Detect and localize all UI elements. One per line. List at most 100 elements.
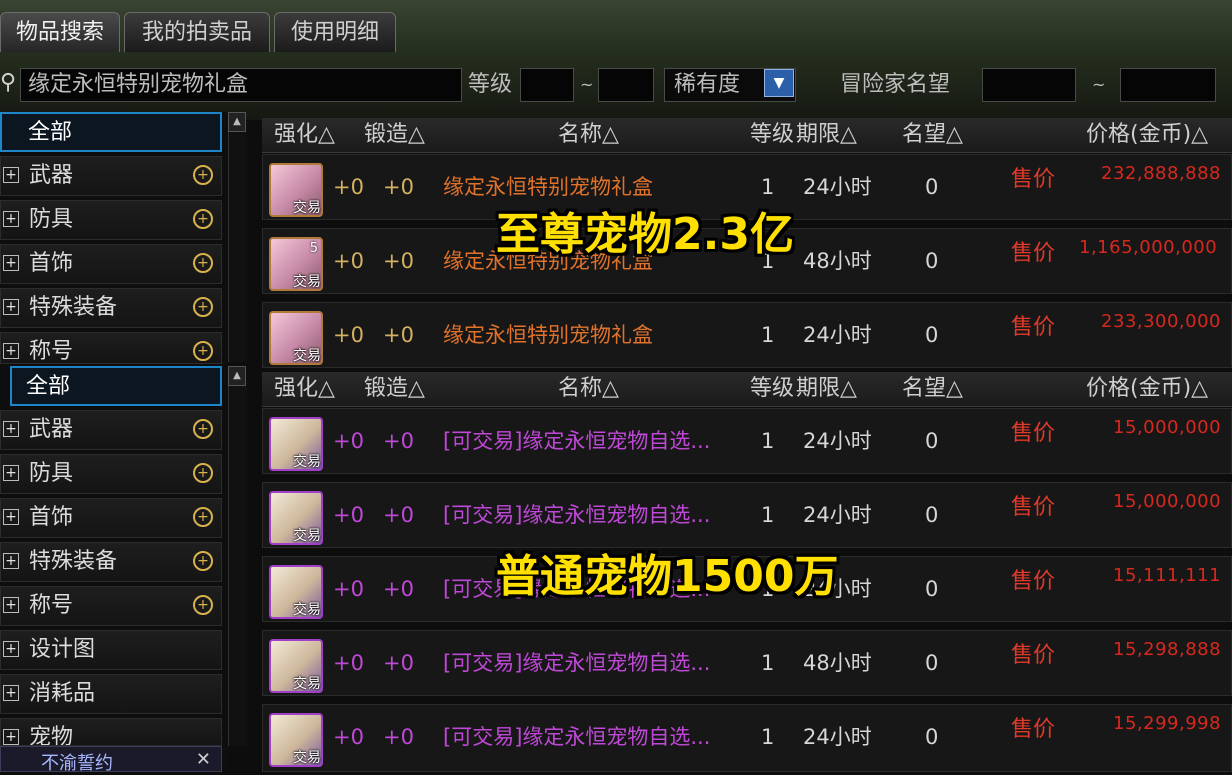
sidebar-item-label: 宠物 [29,725,74,746]
expand-icon[interactable]: + [3,343,19,359]
table-row[interactable]: 交易 +0 +0 缘定永恒特别宠物礼盒 1 24小时 0 售价 233,300,… [262,302,1232,368]
sidebar-item-blueprint[interactable]: + 设计图 [0,630,222,670]
tab-usage-details[interactable]: 使用明细 [274,12,396,52]
sidebar-item-consumable[interactable]: + 消耗品 [0,674,222,714]
bottom-bar-text: 不渝誓约 [41,753,113,774]
col-level[interactable]: 等级 [750,372,794,406]
expand-icon[interactable]: + [3,255,19,271]
fame-label: 冒险家名望 [840,72,951,97]
zoom-icon[interactable]: + [193,253,213,273]
expand-icon[interactable]: + [3,729,19,745]
cell-price: 15,298,888 [1113,639,1222,660]
sidebar-item-label: 武器 [29,417,74,442]
close-icon[interactable]: ✕ [196,749,211,770]
scroll-up-icon[interactable]: ▲ [228,112,246,132]
sidebar-item-accessory[interactable]: + 首饰 + [0,244,222,284]
zoom-icon[interactable]: + [193,463,213,483]
trade-tag: 交易 [293,602,321,618]
sidebar-scrollbar-2[interactable] [228,386,247,746]
zoom-icon[interactable]: + [193,341,213,361]
cell-enhance: +0 [333,249,364,273]
level-separator: ~ [580,75,594,94]
zoom-icon[interactable]: + [193,551,213,571]
expand-icon[interactable]: + [3,553,19,569]
cell-fame: 0 [925,651,939,675]
expand-icon[interactable]: + [3,685,19,701]
sidebar-item-label: 特殊装备 [29,295,118,320]
sidebar-item-pet[interactable]: + 宠物 [0,718,222,746]
sidebar-item-armor[interactable]: + 防具 + [0,200,222,240]
tab-item-search[interactable]: 物品搜索 [0,12,120,52]
col-fame[interactable]: 名望△ [902,118,963,152]
sidebar-item-label: 设计图 [29,637,96,662]
zoom-icon[interactable]: + [193,595,213,615]
zoom-icon[interactable]: + [193,209,213,229]
col-price[interactable]: 价格(金币)△ [1086,118,1208,152]
pet-gift-box-icon: 交易 [269,311,323,365]
expand-icon[interactable]: + [3,509,19,525]
cell-period: 48小时 [803,651,872,675]
sidebar-item-label: 全部 [28,120,73,145]
table-row[interactable]: 交易 +0 +0 [可交易]缘定永恒宠物自选... 1 24小时 0 售价 15… [262,408,1232,474]
sidebar-item-weapon-2[interactable]: + 武器 + [0,410,222,450]
table-row[interactable]: 交易 +0 +0 [可交易]缘定永恒宠物自选... 1 24小时 0 售价 15… [262,482,1232,548]
sidebar-item-special-2[interactable]: + 特殊装备 + [0,542,222,582]
sidebar-item-accessory-2[interactable]: + 首饰 + [0,498,222,538]
trade-tag: 交易 [293,274,321,290]
sidebar-item-all[interactable]: 全部 [0,112,222,152]
table-row[interactable]: 交易 +0 +0 [可交易]缘定永恒宠物自选... 1 48小时 0 售价 15… [262,630,1232,696]
cell-period: 24小时 [803,175,872,199]
sidebar-item-label: 防具 [29,207,74,232]
sidebar-item-special[interactable]: + 特殊装备 + [0,288,222,328]
zoom-icon[interactable]: + [193,165,213,185]
col-fame[interactable]: 名望△ [902,372,963,406]
cell-name: [可交易]缘定永恒宠物自选... [443,503,711,527]
sidebar-item-all-2[interactable]: 全部 [10,366,222,406]
sidebar-item-weapon[interactable]: + 武器 + [0,156,222,196]
expand-icon[interactable]: + [3,641,19,657]
pet-gift-box-icon: 交易 [269,163,323,217]
fame-max-input[interactable] [1120,68,1216,102]
expand-icon[interactable]: + [3,465,19,481]
expand-icon[interactable]: + [3,299,19,315]
col-enhance[interactable]: 强化△ [274,372,335,406]
level-max-input[interactable] [598,68,654,102]
col-level[interactable]: 等级 [750,118,794,152]
trade-tag: 交易 [293,676,321,692]
tab-my-auctions[interactable]: 我的拍卖品 [124,12,270,52]
level-min-input[interactable] [520,68,574,102]
sell-label: 售价 [1011,167,1056,192]
zoom-icon[interactable]: + [193,419,213,439]
expand-icon[interactable]: + [3,211,19,227]
cell-enhance: +0 [333,429,364,453]
col-period[interactable]: 期限△ [796,372,857,406]
rarity-label: 稀有度 [674,72,741,97]
sidebar-scrollbar[interactable] [228,132,247,362]
table-row[interactable]: 交易 +0 +0 [可交易]缘定永恒宠物自选... 1 24小时 0 售价 15… [262,704,1232,772]
sidebar-item-title-2[interactable]: + 称号 + [0,586,222,626]
sidebar-item-armor-2[interactable]: + 防具 + [0,454,222,494]
zoom-icon[interactable]: + [193,507,213,527]
sidebar-item-title[interactable]: + 称号 + [0,332,222,364]
cell-name: 缘定永恒特别宠物礼盒 [443,323,653,347]
expand-icon[interactable]: + [3,421,19,437]
col-forge[interactable]: 锻造△ [364,118,425,152]
cell-price: 232,888,888 [1101,163,1222,184]
zoom-icon[interactable]: + [193,297,213,317]
sidebar-item-label: 防具 [29,461,74,486]
col-name[interactable]: 名称△ [558,372,619,406]
sidebar-item-label: 首饰 [29,505,74,530]
scroll-up-icon[interactable]: ▲ [228,366,246,386]
col-enhance[interactable]: 强化△ [274,118,335,152]
fame-min-input[interactable] [982,68,1076,102]
cell-price: 15,000,000 [1113,417,1222,438]
col-name[interactable]: 名称△ [558,118,619,152]
chevron-down-icon[interactable]: ▼ [764,69,794,97]
expand-icon[interactable]: + [3,167,19,183]
col-price[interactable]: 价格(金币)△ [1086,372,1208,406]
col-forge[interactable]: 锻造△ [364,372,425,406]
expand-icon[interactable]: + [3,597,19,613]
search-input-text: 缘定永恒特别宠物礼盒 [28,72,249,97]
cell-name: [可交易]缘定永恒宠物自选... [443,429,711,453]
col-period[interactable]: 期限△ [796,118,857,152]
